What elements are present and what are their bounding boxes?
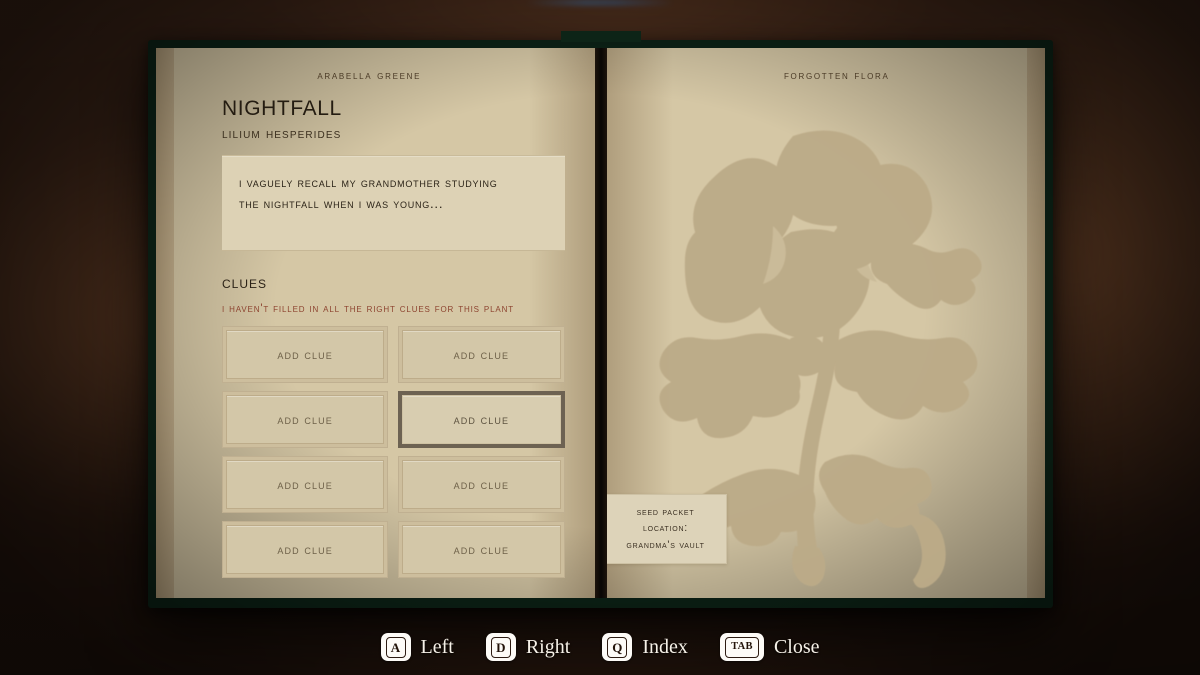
clue-slot-2[interactable]: Add clue xyxy=(398,325,565,383)
clue-slot-label: Add clue xyxy=(453,541,510,557)
key-a-glyph: A xyxy=(385,636,406,658)
author-header: Arabella Greene xyxy=(317,70,422,82)
clue-slot-7[interactable]: Add clue xyxy=(222,520,389,578)
key-hint-right[interactable]: D Right xyxy=(485,633,571,661)
left-page-content: Arabella Greene Nightfall Lilium hesperi… xyxy=(156,48,601,598)
game-screen: Arabella Greene Nightfall Lilium hesperi… xyxy=(0,0,1200,675)
journal-book: Arabella Greene Nightfall Lilium hesperi… xyxy=(148,31,1053,608)
clue-slot-6[interactable]: Add clue xyxy=(398,455,565,513)
clue-slot-8[interactable]: Add clue xyxy=(398,520,565,578)
key-q-glyph: Q xyxy=(607,636,628,658)
page-title: Nightfall xyxy=(222,89,342,122)
clue-slot-3[interactable]: Add clue xyxy=(222,390,389,448)
clue-slot-inner: Add clue xyxy=(402,524,561,574)
clue-slot-inner: Add clue xyxy=(226,329,385,379)
seed-packet-note: Seed Packet Location: Grandma's Vault xyxy=(604,493,727,564)
key-hint-bar: A Left D Right Q Index TAB Close xyxy=(0,633,1200,661)
clue-slot-5[interactable]: Add clue xyxy=(222,455,389,513)
key-tab-icon[interactable]: TAB xyxy=(719,633,764,661)
key-a-icon[interactable]: A xyxy=(380,633,411,661)
plant-latin-name: Lilium hesperides xyxy=(222,125,342,142)
clue-slot-inner: Add clue xyxy=(226,524,385,574)
clue-slot-label: Add clue xyxy=(453,346,510,362)
key-hint-label: Right xyxy=(525,635,571,658)
clue-slot-inner: Add clue xyxy=(402,329,561,379)
clue-slot-label: Add clue xyxy=(277,476,333,492)
description-note: I vaguely recall my grandmother studying… xyxy=(222,154,565,251)
clue-slot-label: Add clue xyxy=(277,541,333,557)
book-spine-top xyxy=(560,31,641,42)
clue-slot-label: Add clue xyxy=(277,346,333,362)
seed-note-line: Seed Packet xyxy=(636,505,695,518)
book-title-header: Forgotten Flora xyxy=(783,70,890,82)
clue-slot-label: Add clue xyxy=(453,411,510,427)
key-d-glyph: D xyxy=(490,636,511,658)
description-line: the Nightfall when I was young... xyxy=(239,195,444,211)
key-hint-label: Close xyxy=(773,635,820,658)
clue-slot-inner: Add clue xyxy=(402,394,561,444)
clue-slot-inner: Add clue xyxy=(402,459,561,509)
right-page-content: Forgotten Flora xyxy=(601,48,1046,598)
clue-slot-4[interactable]: Add clue xyxy=(398,390,565,448)
clue-grid: Add clue Add clue Add clue xyxy=(222,325,565,578)
clue-slot-inner: Add clue xyxy=(226,459,385,509)
seed-note-line: Location: xyxy=(643,522,688,535)
key-hint-label: Left xyxy=(420,635,454,658)
key-tab-glyph: TAB xyxy=(724,636,759,658)
clue-slot-label: Add clue xyxy=(277,411,333,427)
right-page: Forgotten Flora xyxy=(600,48,1046,598)
book-spine xyxy=(594,48,607,598)
clue-slot-label: Add clue xyxy=(453,476,510,492)
key-q-icon[interactable]: Q xyxy=(602,633,633,661)
clues-warning-text: I haven't filled in all the right clues … xyxy=(222,302,514,315)
key-hint-left[interactable]: A Left xyxy=(380,633,454,661)
clue-slot-1[interactable]: Add clue xyxy=(222,325,389,383)
background-top-sliver xyxy=(525,0,675,5)
key-hint-label: Index xyxy=(642,635,688,658)
key-hint-index[interactable]: Q Index xyxy=(602,633,688,661)
key-hint-close[interactable]: TAB Close xyxy=(719,633,820,661)
plant-entry: Nightfall Lilium hesperides I vaguely re… xyxy=(222,90,565,578)
seed-note-line: Grandma's Vault xyxy=(626,538,705,551)
book-inner: Arabella Greene Nightfall Lilium hesperi… xyxy=(156,48,1045,598)
key-d-icon[interactable]: D xyxy=(485,633,516,661)
left-page: Arabella Greene Nightfall Lilium hesperi… xyxy=(156,48,601,598)
description-line: I vaguely recall my grandmother studying xyxy=(239,174,498,190)
clue-slot-inner: Add clue xyxy=(226,394,385,444)
clues-heading: Clues xyxy=(222,272,268,292)
